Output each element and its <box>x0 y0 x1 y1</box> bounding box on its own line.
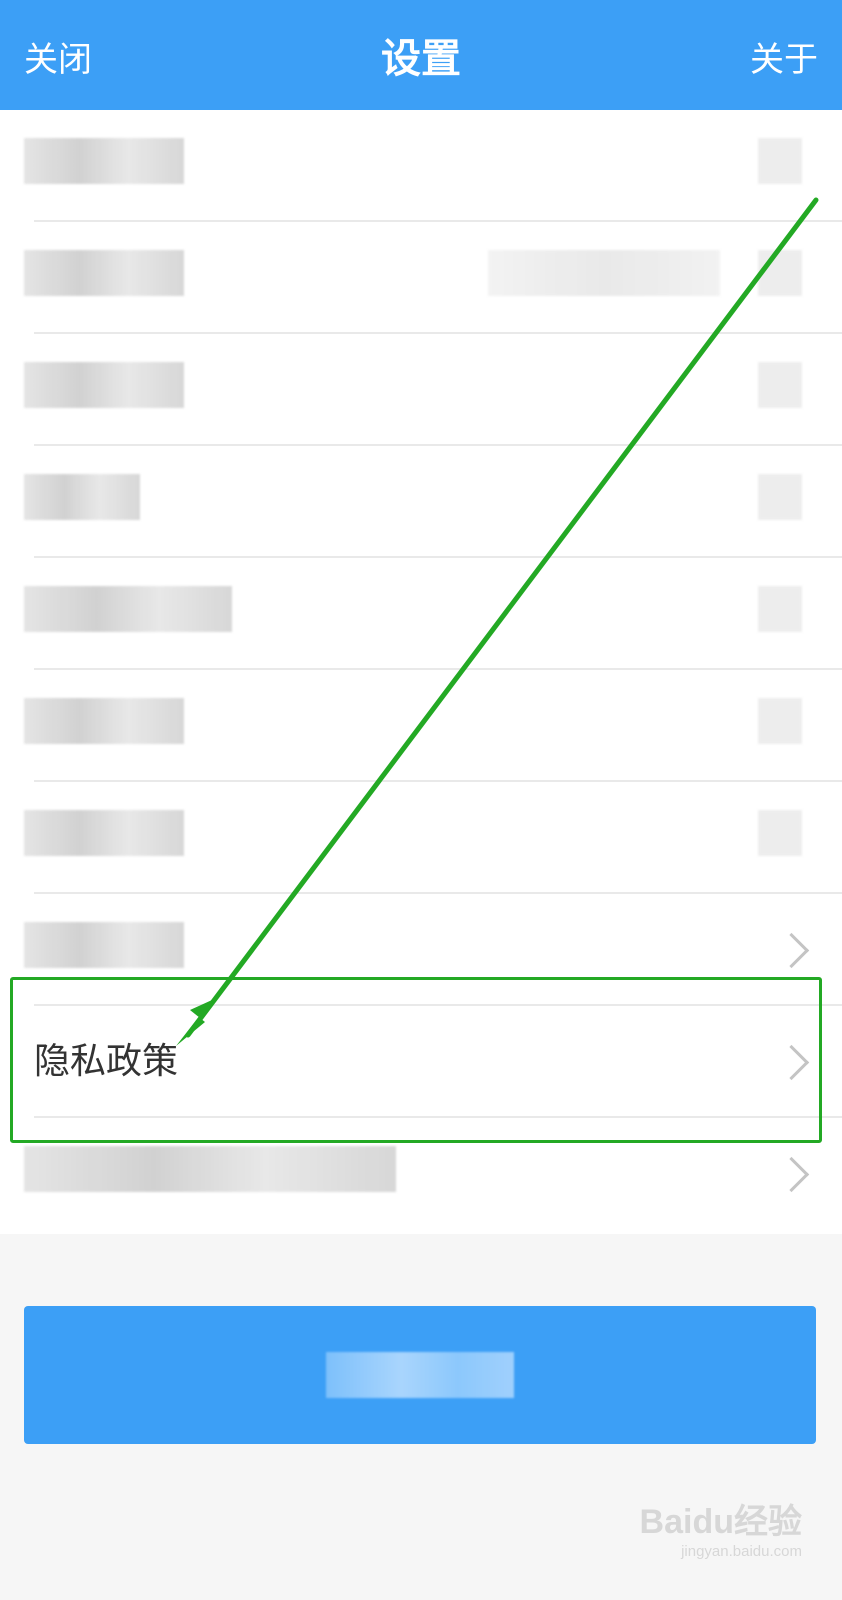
settings-row-1[interactable] <box>0 110 842 222</box>
redacted-value <box>758 698 802 744</box>
settings-row-privacy-policy[interactable]: 隐私政策 <box>0 1006 842 1118</box>
watermark-url: jingyan.baidu.com <box>681 1543 802 1560</box>
redacted-value <box>488 250 720 296</box>
settings-row-2[interactable] <box>0 222 842 334</box>
redacted-value <box>758 810 802 856</box>
redacted-label <box>24 698 184 744</box>
redacted-label <box>24 138 184 184</box>
privacy-policy-label: 隐私政策 <box>34 1041 179 1082</box>
top-navigation-bar: 关闭 设置 关于 <box>0 0 842 110</box>
settings-row-7[interactable] <box>0 782 842 894</box>
about-button[interactable]: 关于 <box>750 36 818 84</box>
watermark: Baidu经验 jingyan.baidu.com <box>640 1494 802 1560</box>
settings-row-10[interactable] <box>0 1118 842 1230</box>
chevron-right-icon <box>773 1044 810 1081</box>
redacted-label <box>24 586 232 632</box>
settings-list: 隐私政策 <box>0 110 842 1234</box>
watermark-brand: Baidu经验 <box>639 1503 802 1541</box>
settings-row-4[interactable] <box>0 446 842 558</box>
primary-action-button[interactable] <box>24 1306 816 1444</box>
settings-row-5[interactable] <box>0 558 842 670</box>
redacted-value <box>758 138 802 184</box>
page-title: 设置 <box>381 36 461 82</box>
redacted-label <box>24 1146 396 1192</box>
redacted-label <box>24 922 184 968</box>
settings-row-3[interactable] <box>0 334 842 446</box>
redacted-button-label <box>326 1352 514 1398</box>
redacted-value <box>758 474 802 520</box>
redacted-label <box>24 474 140 520</box>
chevron-right-icon <box>773 1156 810 1193</box>
settings-row-8[interactable] <box>0 894 842 1006</box>
redacted-label <box>24 362 184 408</box>
chevron-right-icon <box>773 932 810 969</box>
redacted-value <box>758 586 802 632</box>
redacted-label <box>24 810 184 856</box>
redacted-label <box>24 250 184 296</box>
redacted-value <box>758 250 802 296</box>
settings-row-6[interactable] <box>0 670 842 782</box>
redacted-value <box>758 362 802 408</box>
